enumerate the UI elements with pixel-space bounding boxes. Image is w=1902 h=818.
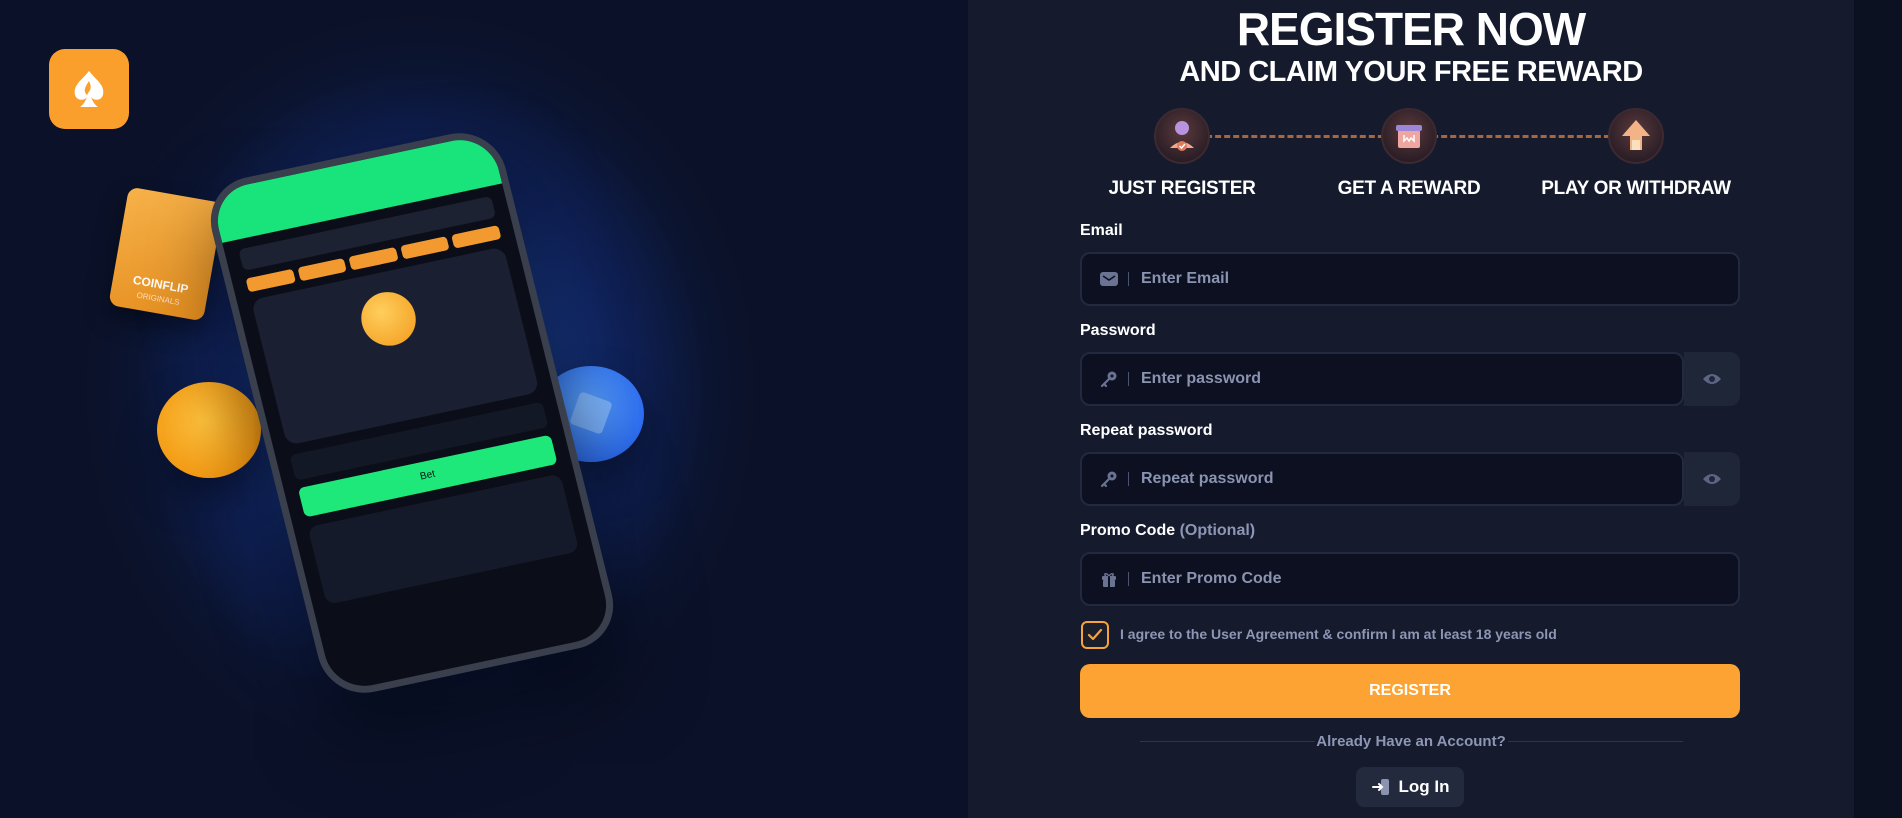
repeat-password-input[interactable] bbox=[1141, 470, 1682, 488]
already-account-text: Already Have an Account? bbox=[1316, 733, 1506, 750]
page-subtitle: AND CLAIM YOUR FREE REWARD bbox=[1179, 56, 1643, 88]
login-button[interactable]: Log In bbox=[1356, 767, 1464, 807]
password-input[interactable] bbox=[1141, 370, 1682, 388]
email-label: Email bbox=[1080, 222, 1123, 239]
user-check-icon bbox=[1154, 108, 1210, 164]
agreement-text[interactable]: I agree to the User Agreement & confirm … bbox=[1120, 626, 1557, 642]
gold-coin-image bbox=[157, 382, 261, 478]
promo-code-field[interactable] bbox=[1080, 552, 1740, 606]
hero-illustration: COINFLIP ORIGINALS Bet bbox=[0, 0, 968, 818]
brand-logo[interactable] bbox=[49, 49, 129, 129]
eye-icon bbox=[1703, 374, 1721, 384]
login-label: Log In bbox=[1398, 777, 1450, 796]
register-panel: REGISTER NOW AND CLAIM YOUR FREE REWARD … bbox=[968, 0, 1854, 818]
agreement-checkbox[interactable] bbox=[1081, 621, 1109, 649]
arrow-up-icon bbox=[1608, 108, 1664, 164]
password-field[interactable] bbox=[1080, 352, 1684, 406]
coinflip-card: COINFLIP ORIGINALS bbox=[108, 186, 224, 322]
show-repeat-password-button[interactable] bbox=[1684, 452, 1740, 506]
email-input[interactable] bbox=[1141, 270, 1738, 288]
email-field[interactable] bbox=[1080, 252, 1740, 306]
login-icon bbox=[1371, 779, 1389, 795]
step-label-withdraw: PLAY OR WITHDRAW bbox=[1541, 178, 1731, 199]
page-title: REGISTER NOW bbox=[1236, 3, 1586, 55]
step-label-reward: GET A REWARD bbox=[1337, 178, 1481, 199]
step-label-register: JUST REGISTER bbox=[1108, 178, 1256, 199]
promo-label-text: Promo Code bbox=[1080, 522, 1176, 539]
promo-code-input[interactable] bbox=[1141, 570, 1738, 588]
eye-icon bbox=[1703, 474, 1721, 484]
spade-flame-icon bbox=[74, 71, 104, 107]
divider-right bbox=[1508, 741, 1683, 742]
show-password-button[interactable] bbox=[1684, 352, 1740, 406]
promo-optional-text: (Optional) bbox=[1179, 522, 1256, 539]
key-icon bbox=[1100, 370, 1118, 388]
repeat-password-field[interactable] bbox=[1080, 452, 1684, 506]
repeat-password-label: Repeat password bbox=[1080, 422, 1213, 439]
key-icon bbox=[1100, 470, 1118, 488]
phone-mockup: Bet bbox=[201, 124, 623, 702]
gift-icon bbox=[1100, 570, 1118, 588]
checkmark-icon bbox=[1087, 628, 1103, 641]
register-button[interactable]: REGISTER bbox=[1080, 664, 1740, 718]
password-label: Password bbox=[1080, 322, 1156, 339]
phone-coin bbox=[355, 287, 422, 351]
envelope-icon bbox=[1100, 270, 1118, 288]
gift-icon bbox=[1381, 108, 1437, 164]
promo-label: Promo Code (Optional) bbox=[1080, 522, 1255, 540]
page-edge bbox=[1854, 0, 1902, 818]
